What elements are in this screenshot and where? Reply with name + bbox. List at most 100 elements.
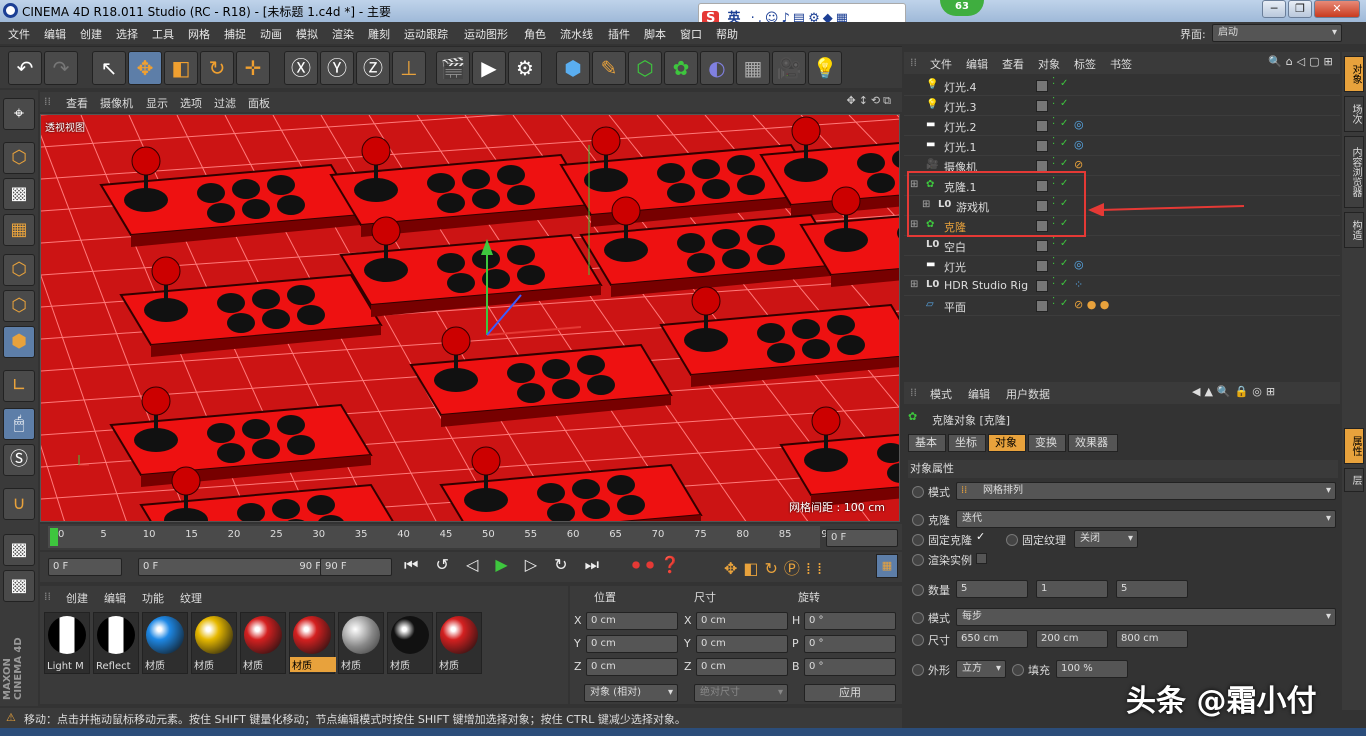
attribute-menu-2[interactable]: 用户数据 xyxy=(1006,386,1050,402)
transport-buttons[interactable]: ⏮ ↺ ◁ ▶ ▷ ↻ ⏭ xyxy=(404,555,605,575)
visibility-dots-icon[interactable]: ⁚ xyxy=(1052,256,1055,267)
menu-12[interactable]: 运动图形 xyxy=(464,26,508,42)
layer-icon[interactable] xyxy=(1036,120,1048,132)
axis-mode-icon[interactable]: ∟ xyxy=(3,370,35,402)
xpresso-tag-icon[interactable]: ⁘ xyxy=(1074,278,1083,291)
apply-button[interactable]: 应用 xyxy=(804,684,896,702)
material-swatch[interactable]: 材质 xyxy=(338,612,384,674)
tab-3[interactable]: 变换 xyxy=(1028,434,1066,452)
fixed-clone-checkbox[interactable]: ✓ xyxy=(976,530,985,543)
object-menu-3[interactable]: 对象 xyxy=(1038,56,1060,72)
menu-9[interactable]: 渲染 xyxy=(332,26,354,42)
size-field[interactable]: 0 cm xyxy=(696,612,788,630)
fixed-texture-select[interactable]: 关闭 xyxy=(1074,530,1138,548)
menu-10[interactable]: 雕刻 xyxy=(368,26,390,42)
fill-field[interactable]: 100 % xyxy=(1056,660,1128,678)
material-menu-2[interactable]: 功能 xyxy=(142,590,164,606)
material-swatch[interactable]: 材质 xyxy=(387,612,433,674)
mode2-radio[interactable] xyxy=(912,612,924,624)
object-row[interactable]: ▬ 灯光.1 ⁚ ✓ ◎ xyxy=(904,136,1340,156)
move-tool-icon[interactable]: ✥ xyxy=(128,51,162,85)
enabled-check-icon[interactable]: ✓ xyxy=(1060,258,1068,269)
menu-14[interactable]: 流水线 xyxy=(560,26,593,42)
materials-tag-icon[interactable]: ⊘ ● ● xyxy=(1074,298,1109,311)
visibility-dots-icon[interactable]: ⁚ xyxy=(1052,136,1055,147)
enabled-check-icon[interactable]: ✓ xyxy=(1060,98,1068,109)
visibility-dots-icon[interactable]: ⁚ xyxy=(1052,96,1055,107)
menu-17[interactable]: 窗口 xyxy=(680,26,702,42)
tab-4[interactable]: 效果器 xyxy=(1068,434,1118,452)
right-tab-2[interactable]: 内容浏览器 xyxy=(1344,136,1364,208)
material-menu-1[interactable]: 编辑 xyxy=(104,590,126,606)
redo-icon[interactable]: ↷ xyxy=(44,51,78,85)
material-swatch[interactable]: 材质 xyxy=(289,612,336,674)
points-mode-icon[interactable]: ⬡ xyxy=(3,254,35,286)
visibility-dots-icon[interactable]: ⁚ xyxy=(1052,236,1055,247)
menu-7[interactable]: 动画 xyxy=(260,26,282,42)
target-tag-icon[interactable]: ◎ xyxy=(1074,138,1084,151)
object-row[interactable]: ⊞ L0 HDR Studio Rig ⁚ ✓ ⁘ xyxy=(904,276,1340,296)
object-menu-5[interactable]: 书签 xyxy=(1110,56,1132,72)
object-row[interactable]: 💡 灯光.3 ⁚ ✓ xyxy=(904,96,1340,116)
undo-icon[interactable]: ↶ xyxy=(8,51,42,85)
layer-icon[interactable] xyxy=(1036,280,1048,292)
tweak-mode-icon[interactable]: 🖱 xyxy=(3,408,35,440)
viewport-menu-4[interactable]: 过滤 xyxy=(214,95,236,111)
enabled-check-icon[interactable]: ✓ xyxy=(1060,118,1068,129)
start-frame-field[interactable]: 0 F xyxy=(48,558,122,576)
menu-4[interactable]: 工具 xyxy=(152,26,174,42)
render-view-icon[interactable]: 🎬 xyxy=(436,51,470,85)
mode2-select[interactable]: 每步 xyxy=(956,608,1336,626)
rotation-field[interactable]: 0 ° xyxy=(804,658,896,676)
target-tag-icon[interactable]: ◎ xyxy=(1074,258,1084,271)
protect-tag-icon[interactable]: ⊘ xyxy=(1074,158,1083,171)
fill-radio[interactable] xyxy=(1012,664,1024,676)
count-x-field[interactable]: 5 xyxy=(956,580,1028,598)
shape-radio[interactable] xyxy=(912,664,924,676)
right-tab-4[interactable]: 属性 xyxy=(1344,428,1364,464)
mode-radio[interactable] xyxy=(912,486,924,498)
current-frame-field[interactable]: 0 F xyxy=(826,529,898,547)
object-menu-1[interactable]: 编辑 xyxy=(966,56,988,72)
visibility-dots-icon[interactable]: ⁚ xyxy=(1052,276,1055,287)
count-z-field[interactable]: 5 xyxy=(1116,580,1188,598)
object-row[interactable]: 💡 灯光.4 ⁚ ✓ xyxy=(904,76,1340,96)
rotate-tool-icon[interactable]: ↻ xyxy=(200,51,234,85)
menu-1[interactable]: 编辑 xyxy=(44,26,66,42)
clone-select[interactable]: 迭代 xyxy=(956,510,1336,528)
enabled-check-icon[interactable]: ✓ xyxy=(1060,158,1068,169)
coordinate-system-icon[interactable]: ⊥ xyxy=(392,51,426,85)
material-swatch[interactable]: 材质 xyxy=(240,612,286,674)
size-field[interactable]: 0 cm xyxy=(696,658,788,676)
timeline-ruler[interactable]: 051015202530354045505560657075808590 xyxy=(48,526,834,548)
size-radio[interactable] xyxy=(912,634,924,646)
object-row[interactable]: L0 空白 ⁚ ✓ xyxy=(904,236,1340,256)
expand-toggle-icon[interactable]: ⊞ xyxy=(910,279,918,290)
attribute-nav-icons[interactable]: ◀▲🔍🔒◎⊞ xyxy=(1192,385,1279,398)
object-menu-0[interactable]: 文件 xyxy=(930,56,952,72)
object-row[interactable]: ▱ 平面 ⁚ ✓ ⊘ ● ● xyxy=(904,296,1340,316)
count-y-field[interactable]: 1 xyxy=(1036,580,1108,598)
material-swatch[interactable]: 材质 xyxy=(436,612,482,674)
object-menu-2[interactable]: 查看 xyxy=(1002,56,1024,72)
scale-tool-icon[interactable]: ◧ xyxy=(164,51,198,85)
enabled-check-icon[interactable]: ✓ xyxy=(1060,78,1068,89)
workplane-icon[interactable]: ▦ xyxy=(3,214,35,246)
menu-13[interactable]: 角色 xyxy=(524,26,546,42)
visibility-dots-icon[interactable]: ⁚ xyxy=(1052,76,1055,87)
mode-select[interactable]: ⁞⁞ 网格排列 xyxy=(956,482,1336,500)
fixed-clone-radio[interactable] xyxy=(912,534,924,546)
size-y-field[interactable]: 200 cm xyxy=(1036,630,1108,648)
visibility-dots-icon[interactable]: ⁚ xyxy=(1052,116,1055,127)
timeline-playhead[interactable] xyxy=(50,528,58,546)
visibility-dots-icon[interactable]: ⁚ xyxy=(1052,296,1055,307)
right-tab-5[interactable]: 层 xyxy=(1344,468,1364,492)
enabled-check-icon[interactable]: ✓ xyxy=(1060,238,1068,249)
render-settings-icon[interactable]: ⚙ xyxy=(508,51,542,85)
object-nav-icons[interactable]: 🔍⌂◁▢⊞ xyxy=(1268,55,1337,68)
size-x-field[interactable]: 650 cm xyxy=(956,630,1028,648)
end-frame-field[interactable]: 90 F xyxy=(320,558,392,576)
live-selection-icon[interactable]: ↖ xyxy=(92,51,126,85)
attribute-menu-1[interactable]: 编辑 xyxy=(968,386,990,402)
layer-icon[interactable] xyxy=(1036,260,1048,272)
